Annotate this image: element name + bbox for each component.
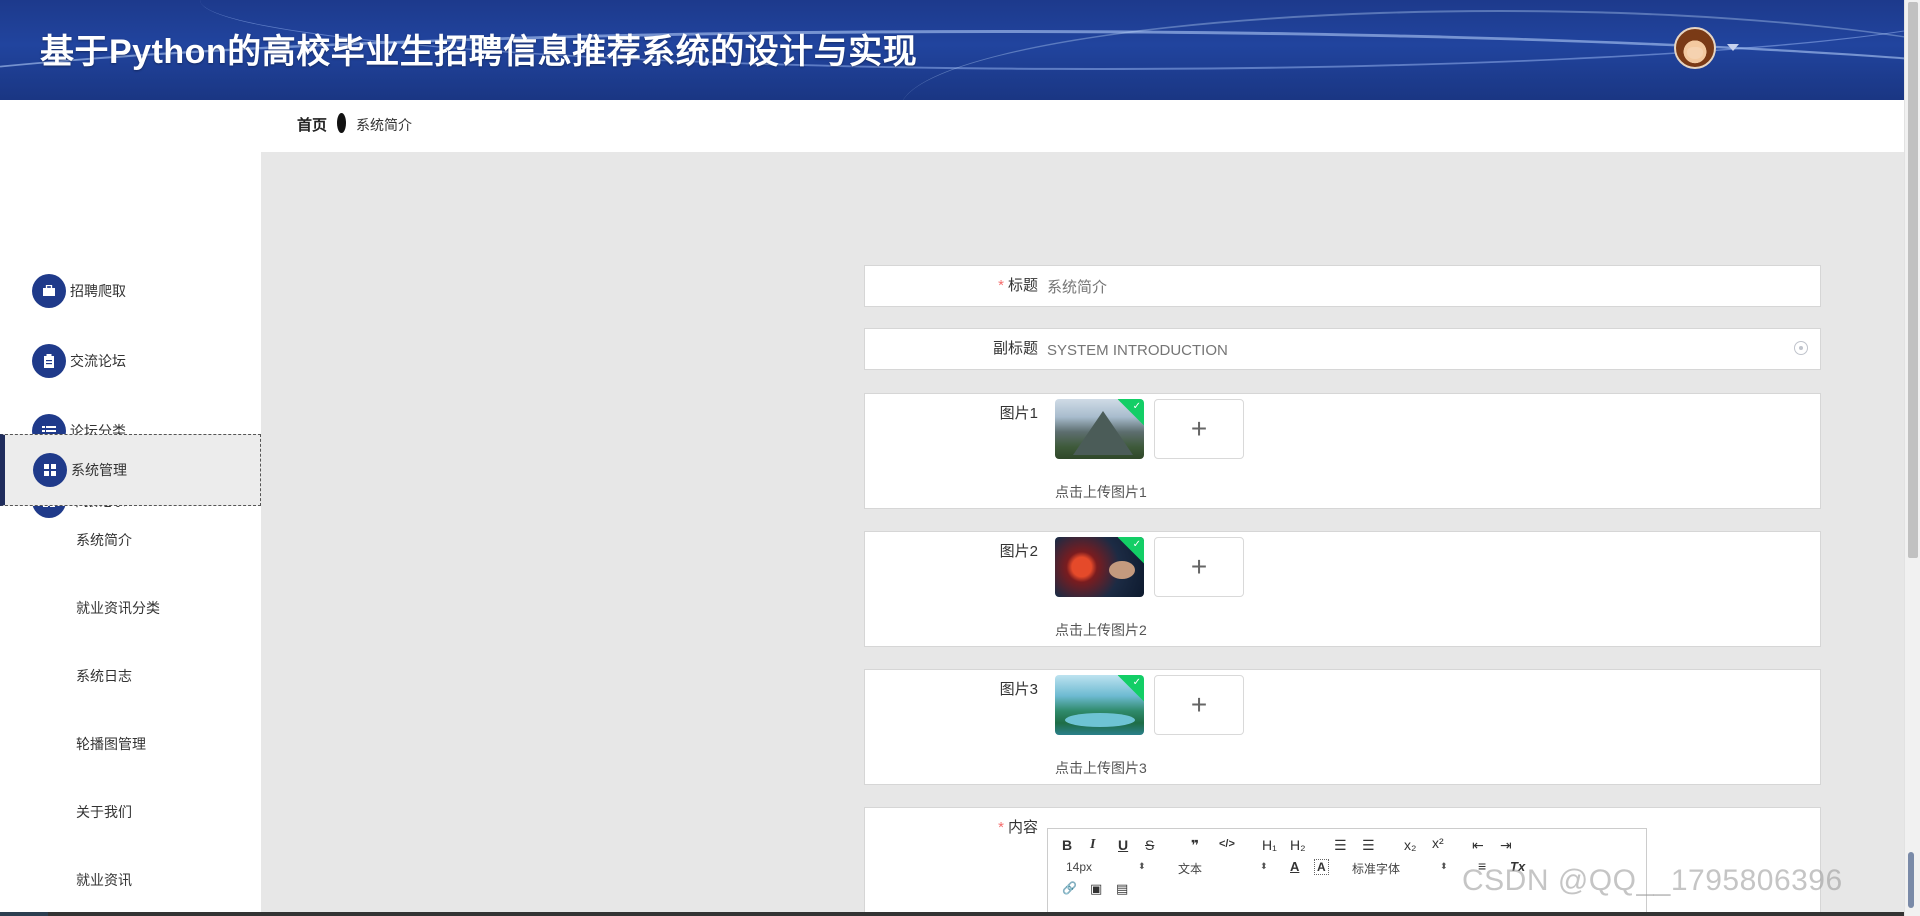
sidebar-subitem-about-us[interactable]: 关于我们 [0,778,261,846]
sidebar-subitem-system-log[interactable]: 系统日志 [0,642,261,710]
user-avatar[interactable] [1674,27,1716,69]
image-button[interactable]: ▣ [1090,881,1102,897]
sidebar-subitem-carousel[interactable]: 轮播图管理 [0,710,261,778]
form-row-image2: 图片2 ✓ + 点击上传图片2 [864,531,1821,647]
italic-button[interactable]: I [1090,837,1095,853]
sidebar-item-system-management[interactable]: 系统管理 [0,434,261,506]
sidebar-item-recruit-crawl[interactable]: 招聘爬取 [0,256,261,326]
h2-button[interactable]: H₂ [1290,837,1306,853]
sidebar-subitem-news-category[interactable]: 就业资讯分类 [0,574,261,642]
underline-button[interactable]: U [1118,837,1128,853]
subtitle-input[interactable] [1047,329,1817,369]
upload-button-image1[interactable]: + [1154,399,1244,459]
scrollbar-thumb[interactable] [1908,2,1918,558]
check-icon: ✓ [1132,677,1141,688]
content-label: * 内容 [998,819,1038,836]
clipboard-icon [32,344,66,378]
sidebar-item-label: 招聘爬取 [70,283,126,299]
form-row-title: * 标题 [864,265,1821,307]
sidebar-subitem-label: 系统简介 [76,532,132,548]
caret-down-icon[interactable] [1727,44,1739,51]
sidebar: 招聘爬取 交流论坛 论坛分类 举报记录 系统管理 系统简介 就业资讯分类 系统日… [0,100,261,916]
title-label: * 标题 [998,277,1038,294]
briefcase-icon [32,274,66,308]
quote-button[interactable]: ❞ [1191,837,1199,854]
outdent-button[interactable]: ⇤ [1472,837,1484,854]
app-header: 基于Python的高校毕业生招聘信息推荐系统的设计与实现 [0,0,1904,100]
upload-tip: 点击上传图片3 [1055,760,1147,776]
grid-icon [33,453,67,487]
code-block-button[interactable]: </> [1219,838,1235,850]
font-family-select[interactable]: 标准字体 ⬍ [1352,860,1448,877]
form-row-subtitle: 副标题 [864,328,1821,370]
uploaded-image-2[interactable]: ✓ [1055,537,1144,597]
form-row-image1: 图片1 ✓ + 点击上传图片1 [864,393,1821,509]
plus-icon: + [1190,413,1208,444]
bullet-list-button[interactable]: ☰ [1362,837,1375,854]
upload-button-image3[interactable]: + [1154,675,1244,735]
h1-button[interactable]: H₁ [1262,837,1277,853]
sidebar-item-forum[interactable]: 交流论坛 [0,326,261,396]
indent-button[interactable]: ⇥ [1500,837,1512,854]
side-tool-handle[interactable] [1908,852,1914,908]
sidebar-item-label: 交流论坛 [70,353,126,369]
app-title: 基于Python的高校毕业生招聘信息推荐系统的设计与实现 [40,33,918,71]
plus-icon: + [1190,551,1208,582]
sidebar-subitem-news[interactable]: 就业资讯 [0,846,261,914]
clear-icon[interactable] [1794,341,1808,355]
title-input[interactable] [1047,266,1817,306]
sidebar-subitem-label: 系统日志 [76,668,132,684]
form-row-content: * 内容 B I U S ❞ </> H₁ H₂ ☰ ☰ x₂ x² ⇤ ⇥ 14… [864,807,1821,916]
check-icon: ✓ [1132,539,1141,550]
uploaded-image-3[interactable]: ✓ [1055,675,1144,735]
sidebar-subitem-label: 就业资讯分类 [76,600,160,616]
upload-tip: 点击上传图片2 [1055,622,1147,638]
sidebar-subitem-label: 关于我们 [76,804,132,820]
select-arrows-icon: ⬍ [1138,861,1146,871]
image1-label: 图片1 [999,405,1038,422]
ordered-list-button[interactable]: ☰ [1334,837,1347,854]
upload-tip: 点击上传图片1 [1055,484,1147,500]
sidebar-subitem-label: 就业资讯 [76,872,132,888]
select-arrows-icon: ⬍ [1260,861,1268,871]
subscript-button[interactable]: x₂ [1404,837,1416,853]
bottom-divider [0,912,1904,916]
font-size-select[interactable]: 14px ⬍ [1066,860,1150,874]
select-arrows-icon: ⬍ [1440,861,1448,871]
image2-label: 图片2 [999,543,1038,560]
subtitle-label: 副标题 [992,340,1038,357]
superscript-button[interactable]: x² [1432,835,1444,851]
bold-button[interactable]: B [1062,837,1072,853]
strike-button[interactable]: S [1145,837,1154,853]
background-color-button[interactable]: A [1314,859,1329,875]
sidebar-subitem-label: 轮播图管理 [76,736,146,752]
check-icon: ✓ [1132,401,1141,412]
header-type-select[interactable]: 文本 ⬍ [1178,860,1268,877]
sidebar-item-label: 系统管理 [71,462,127,478]
form-row-image3: 图片3 ✓ + 点击上传图片3 [864,669,1821,785]
sidebar-subitem-system-intro[interactable]: 系统简介 [0,506,261,574]
breadcrumb-separator-icon [337,113,346,133]
upload-button-image2[interactable]: + [1154,537,1244,597]
image3-label: 图片3 [999,681,1038,698]
main-content: *标题 副标题 图片1 ✓ + 点击上传图片1 图片2 ✓ + 点击上传图片2 … [261,152,1904,916]
watermark: CSDN @QQ__1795806396 [1462,864,1843,897]
font-color-button[interactable]: A [1290,859,1299,874]
breadcrumb-current: 系统简介 [356,117,412,133]
uploaded-image-1[interactable]: ✓ [1055,399,1144,459]
breadcrumb-home[interactable]: 首页 [297,114,327,135]
breadcrumb: 首页 系统简介 [261,100,1904,152]
page-scrollbar[interactable] [1904,0,1920,916]
plus-icon: + [1190,689,1208,720]
video-button[interactable]: ▤ [1116,881,1128,897]
link-button[interactable]: 🔗 [1062,881,1077,895]
